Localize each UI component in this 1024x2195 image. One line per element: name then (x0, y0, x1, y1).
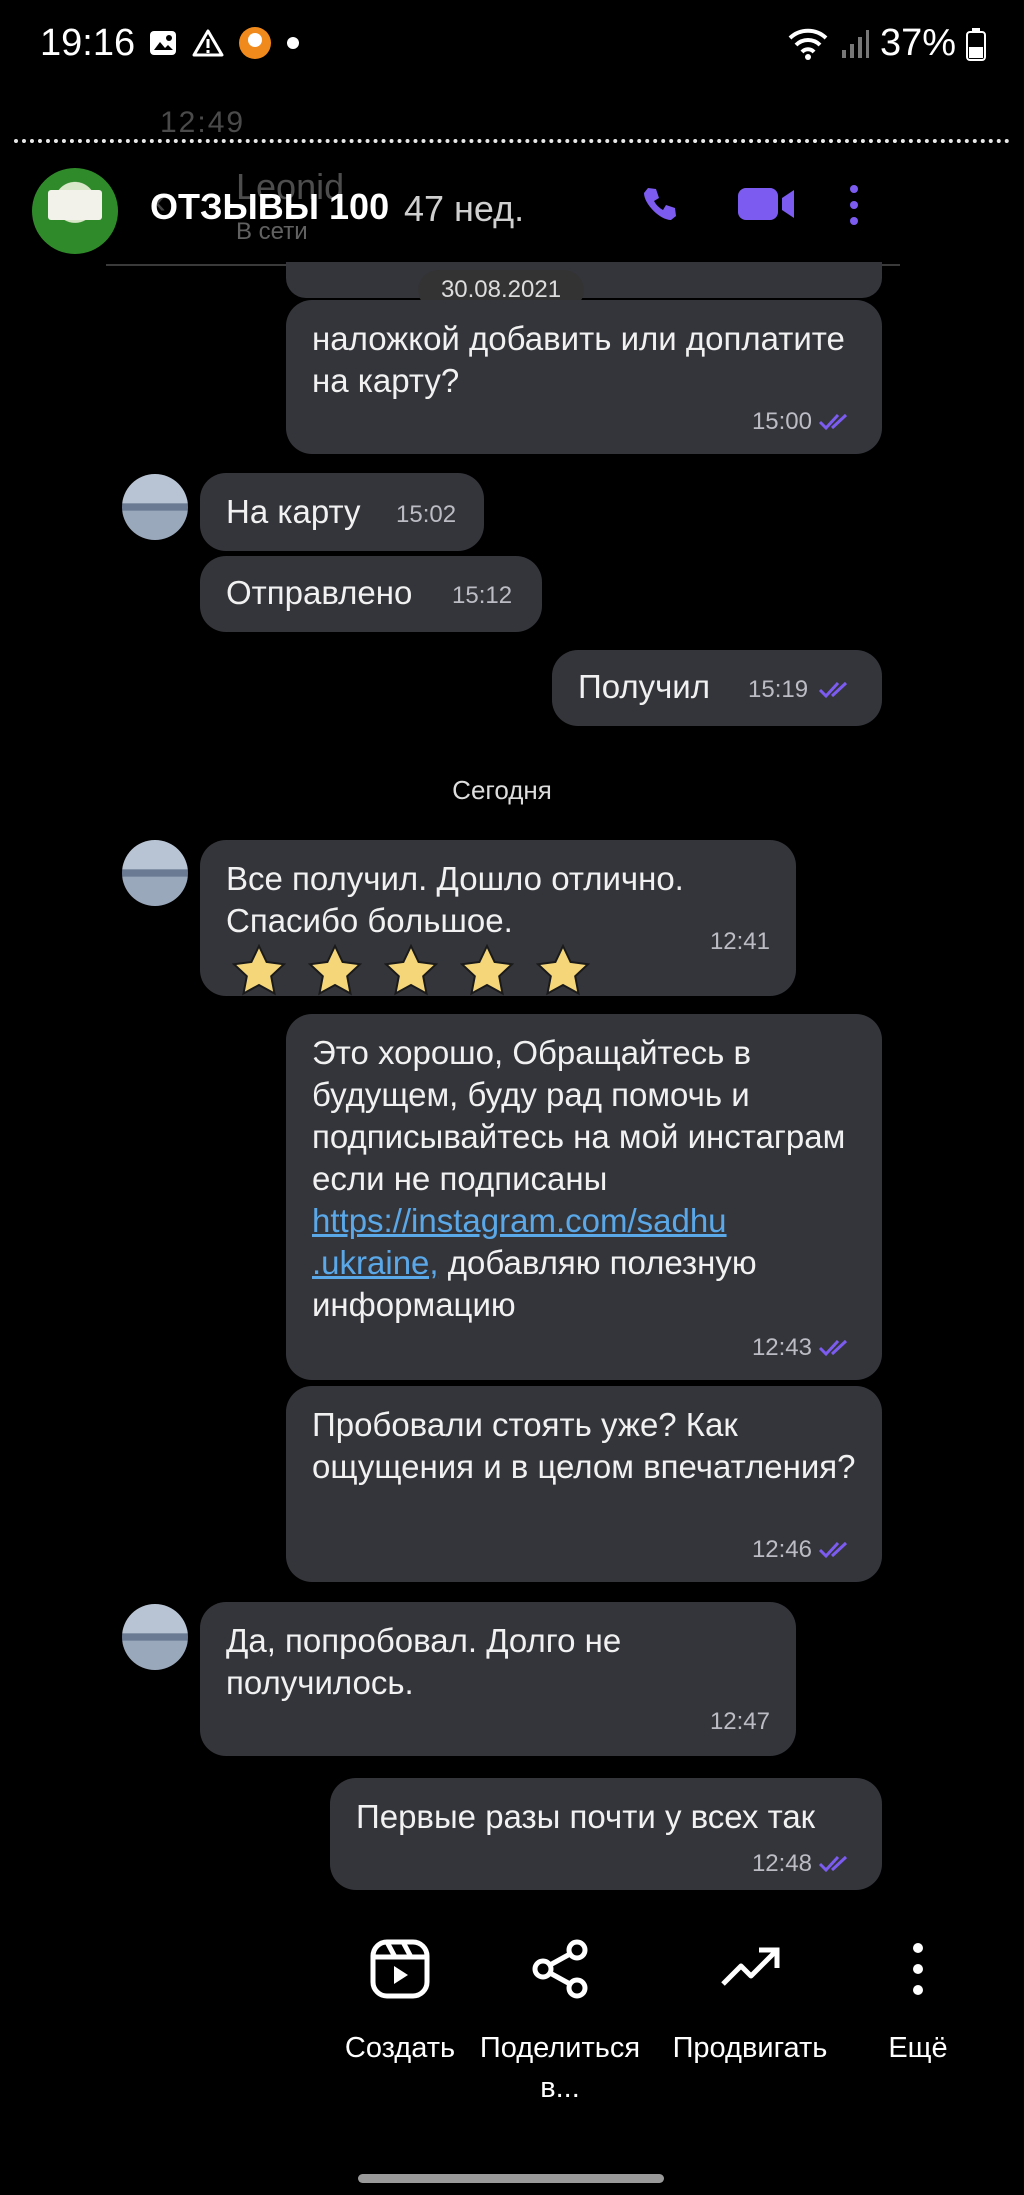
outgoing-message[interactable]: Пробовали стоять уже? Как ощущения и в ц… (286, 1386, 882, 1582)
incoming-message[interactable]: Да, попробовал. Долго не получилось. 12:… (200, 1602, 796, 1756)
rating-stars (232, 944, 590, 996)
outgoing-message[interactable]: Первые разы почти у всех так 12:48 (330, 1778, 882, 1890)
more-vertical-icon (913, 1943, 923, 1995)
contact-avatar (122, 474, 188, 540)
contact-avatar (122, 840, 188, 906)
story-avatar[interactable] (32, 168, 118, 254)
more-button[interactable]: Ещё (818, 1938, 1018, 2068)
trending-up-icon (721, 1947, 780, 1986)
share-icon (532, 1939, 588, 1999)
today-divider: Сегодня (452, 775, 552, 805)
reels-icon (370, 1939, 430, 1999)
instagram-link-continued[interactable]: .ukraine, (312, 1244, 439, 1281)
battery-icon (966, 27, 986, 61)
story-progress-divider (14, 139, 1010, 143)
message-text: наложкой добавить или доплатите на карту… (312, 320, 845, 399)
message-time: 12:46 (751, 1536, 812, 1563)
message-text: Все получил. Дошло отлично. Спасибо боль… (226, 860, 684, 939)
more-notifications-dot-icon (287, 37, 299, 49)
outgoing-message[interactable]: наложкой добавить или доплатите на карту… (286, 300, 882, 454)
status-bar: 19:16 37% (0, 0, 1024, 90)
video-call-icon (738, 188, 794, 220)
message-text-part: Это хорошо, Обращайтесь в будущем, буду … (312, 1034, 846, 1197)
outgoing-message[interactable]: Это хорошо, Обращайтесь в будущем, буду … (286, 1014, 882, 1380)
message-text: Получил (578, 668, 710, 705)
message-text: На карту (226, 493, 361, 530)
message-time: 15:19 (748, 676, 809, 703)
star-icon (536, 944, 590, 996)
read-ticks-icon (818, 1541, 848, 1559)
gallery-icon (150, 31, 176, 55)
star-icon (308, 944, 362, 996)
star-icon (384, 944, 438, 996)
message-time: 15:02 (396, 501, 457, 528)
app-notification-icon (239, 27, 271, 59)
contact-avatar (122, 1604, 188, 1670)
read-ticks-icon (818, 1339, 848, 1357)
message-time: 12:47 (709, 1708, 770, 1735)
message-time: 15:00 (751, 408, 812, 435)
partial-message-bubble (286, 262, 882, 298)
warning-icon (192, 29, 224, 57)
message-time: 12:43 (751, 1334, 812, 1361)
message-text: Пробовали стоять уже? Как ощущения и в ц… (312, 1406, 856, 1485)
chat-menu-icon (850, 185, 858, 225)
message-text: Да, попробовал. Долго не получилось. (226, 1622, 622, 1701)
instagram-link[interactable]: https://instagram.com/sadhu (312, 1202, 727, 1239)
star-icon (232, 944, 286, 996)
story-title[interactable]: ОТЗЫВЫ 100 (150, 186, 389, 228)
message-time: 15:12 (452, 582, 513, 609)
battery-percent: 37% (879, 22, 956, 64)
notification-icons (148, 26, 300, 60)
wifi-icon (788, 28, 828, 60)
home-indicator[interactable] (358, 2174, 664, 2183)
star-icon (460, 944, 514, 996)
story-posted-ago: 47 нед. (404, 188, 525, 229)
share-label: Поделиться в... (479, 2032, 641, 2104)
incoming-message[interactable]: На карту 15:02 (200, 473, 484, 551)
read-ticks-icon (818, 1855, 848, 1873)
message-time: 12:48 (751, 1850, 812, 1877)
read-ticks-icon (818, 413, 848, 431)
screenshot-ghost-status-bar: 12:49 (160, 106, 246, 139)
more-label: Ещё (888, 2032, 948, 2064)
message-time: 12:41 (709, 928, 770, 955)
phone-icon (644, 188, 676, 220)
share-button[interactable]: Поделиться в... (460, 1938, 660, 2108)
message-text: Первые разы почти у всех так (356, 1798, 816, 1835)
incoming-message[interactable]: Отправлено 15:12 (200, 556, 542, 632)
status-time: 19:16 (40, 22, 136, 64)
signal-icon (841, 29, 869, 58)
outgoing-message[interactable]: Получил 15:19 (552, 650, 882, 726)
message-text: Отправлено (226, 574, 413, 611)
message-text: Это хорошо, Обращайтесь в будущем, буду … (312, 1032, 856, 1326)
read-ticks-icon (818, 681, 848, 699)
